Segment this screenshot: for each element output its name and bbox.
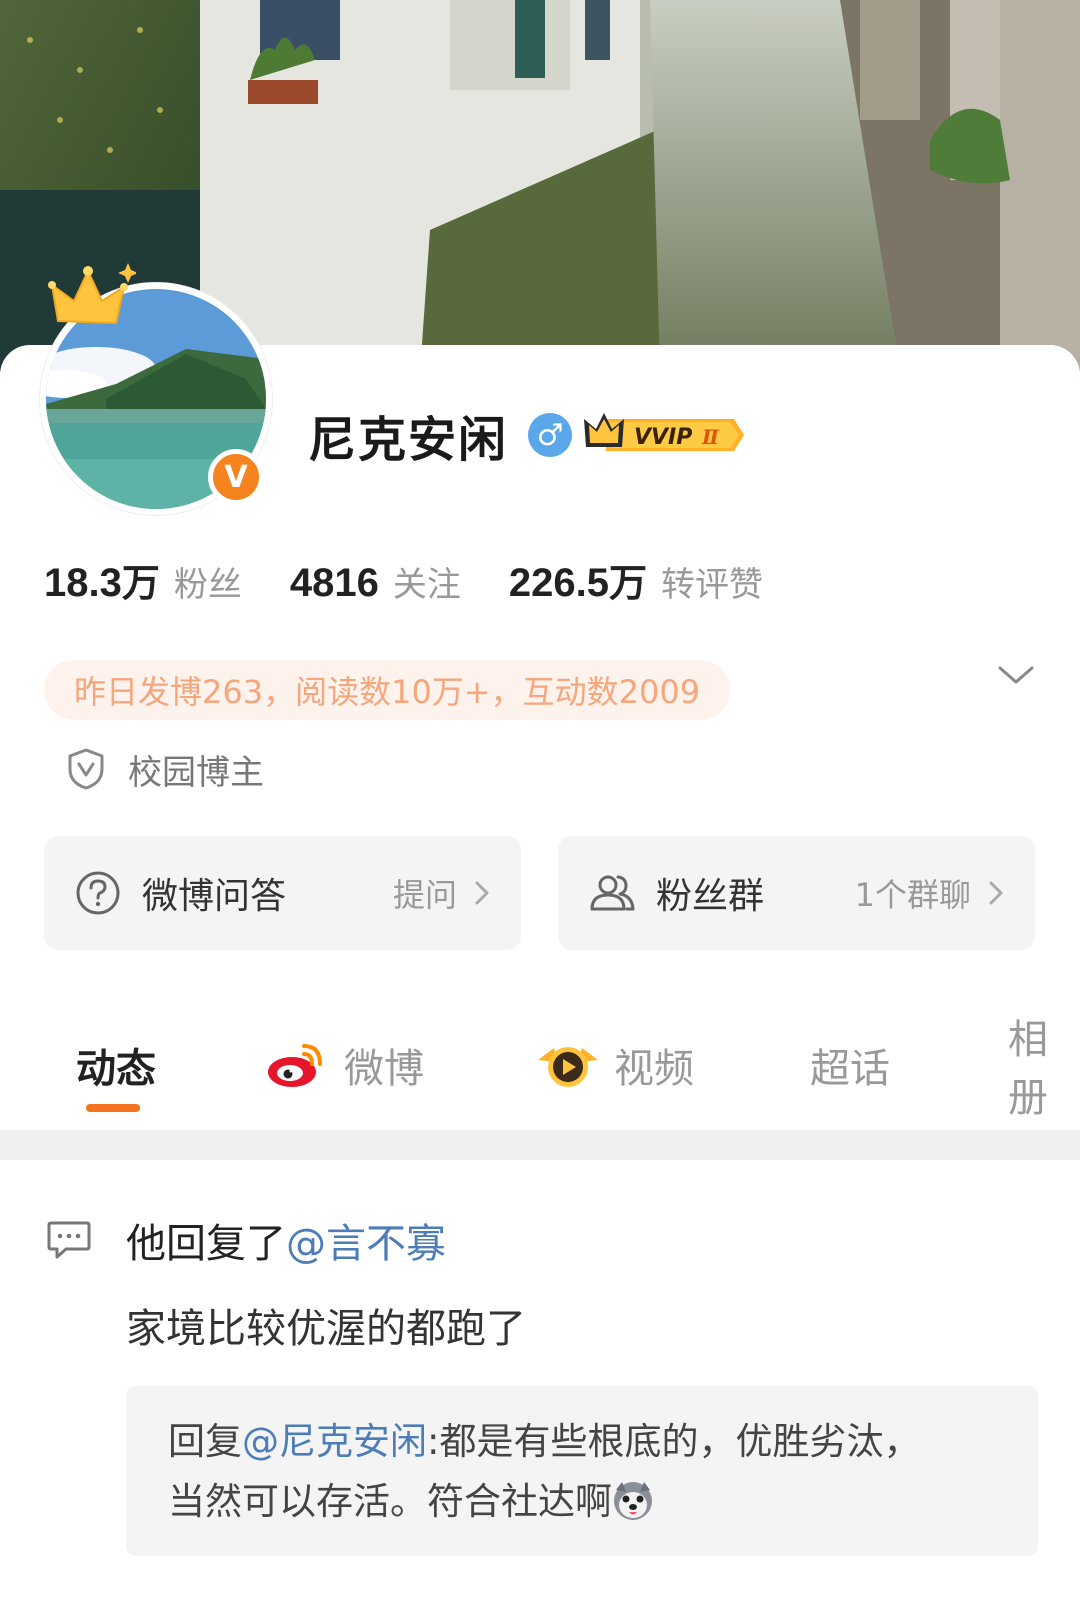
stat-unit: 万 [121,563,160,605]
campus-tag[interactable]: 校园博主 [66,744,264,794]
stat-unit: 万 [608,563,647,605]
vvip-crown-icon [584,413,625,447]
quote-text: :都是有些根底的，优胜劣汰， [427,1420,921,1463]
stat-following[interactable]: 4816 关注 [290,557,461,606]
crown-icon [48,263,136,325]
shield-v-icon [68,748,104,790]
ask-button[interactable]: 提问 [393,870,457,916]
quoted-reply[interactable]: 回复@尼克安闲:都是有些根底的，优胜劣汰， 当然可以存活。符合社达啊 [126,1386,1038,1556]
stat-label: 转评赞 [660,565,763,605]
stat-label: 粉丝 [173,565,242,605]
section-divider [0,1130,1080,1160]
entry-title: 粉丝群 [656,876,765,917]
stat-interactions[interactable]: 226.5万 转评赞 [509,552,763,607]
stat-number: 18.3 [44,561,122,605]
stat-number: 226.5 [508,561,609,605]
entry-title: 微博问答 [142,876,287,917]
chevron-down-icon[interactable] [996,660,1036,690]
tab-video[interactable]: 视频 [536,1030,694,1100]
fans-group-entry[interactable]: 粉丝群 1个群聊 [558,836,1035,950]
stats-row: 18.3万 粉丝 4816 关注 226.5万 转评赞 [44,552,811,607]
profile-tabs: 动态 微博 视频 超话 相册 [0,1017,1080,1130]
avatar-container[interactable]: V [40,263,272,515]
mention-link[interactable]: @尼克安闲 [242,1420,427,1463]
username: 尼克安闲 [308,412,509,468]
tab-album[interactable]: 相册 [1008,1017,1080,1121]
verified-badge: V [208,449,264,505]
action-prefix: 他回复了 [126,1221,286,1267]
tab-label: 超话 [810,1046,890,1092]
tab-label: 相册 [1008,1017,1048,1121]
comment-icon [47,1221,91,1259]
name-row: 尼克安闲 ♂ VVIP Ⅱ [308,400,745,470]
weibo-logo-icon [268,1044,322,1087]
weibo-qa-entry[interactable]: 微博问答 提问 [44,836,521,950]
group-icon [590,875,635,911]
post-text: 家境比较优渥的都跑了 [126,1306,526,1352]
quote-prefix: 回复 [168,1420,242,1463]
vvip-level: Ⅱ [701,425,720,449]
post-header: 他回复了@言不寡 [46,1210,446,1270]
video-play-icon [538,1047,598,1087]
campus-label: 校园博主 [128,752,264,793]
quote-text: 当然可以存活。符合社达啊 [168,1480,612,1523]
post-action: 他回复了@言不寡 [126,1211,446,1269]
tab-label: 微博 [344,1046,424,1092]
stat-number: 4816 [289,561,379,605]
tab-weibo[interactable]: 微博 [266,1030,424,1100]
stat-followers[interactable]: 18.3万 粉丝 [44,552,242,607]
question-icon [76,871,120,915]
vvip-label: VVIP [634,425,692,450]
husky-emoji-icon [614,1482,652,1520]
chevron-right-icon [475,881,489,905]
mention-link[interactable]: @言不寡 [286,1221,446,1267]
tab-super-topic[interactable]: 超话 [810,1030,890,1100]
tab-label: 视频 [614,1046,694,1092]
tab-dynamics[interactable]: 动态 [76,1030,156,1100]
group-count: 1个群聊 [854,876,971,914]
quote-line-2: 当然可以存活。符合社达啊 [168,1472,996,1532]
tab-label: 动态 [76,1046,156,1092]
vvip-badge[interactable]: VVIP Ⅱ [584,411,745,459]
chevron-right-icon [989,881,1003,905]
active-tab-indicator [86,1104,140,1112]
activity-summary: 昨日发博263，阅读数10万+，互动数2009 [44,660,731,720]
gender-male-icon: ♂ [528,413,573,457]
stat-label: 关注 [392,565,461,605]
quote-line-1: 回复@尼克安闲:都是有些根底的，优胜劣汰， [168,1412,996,1472]
